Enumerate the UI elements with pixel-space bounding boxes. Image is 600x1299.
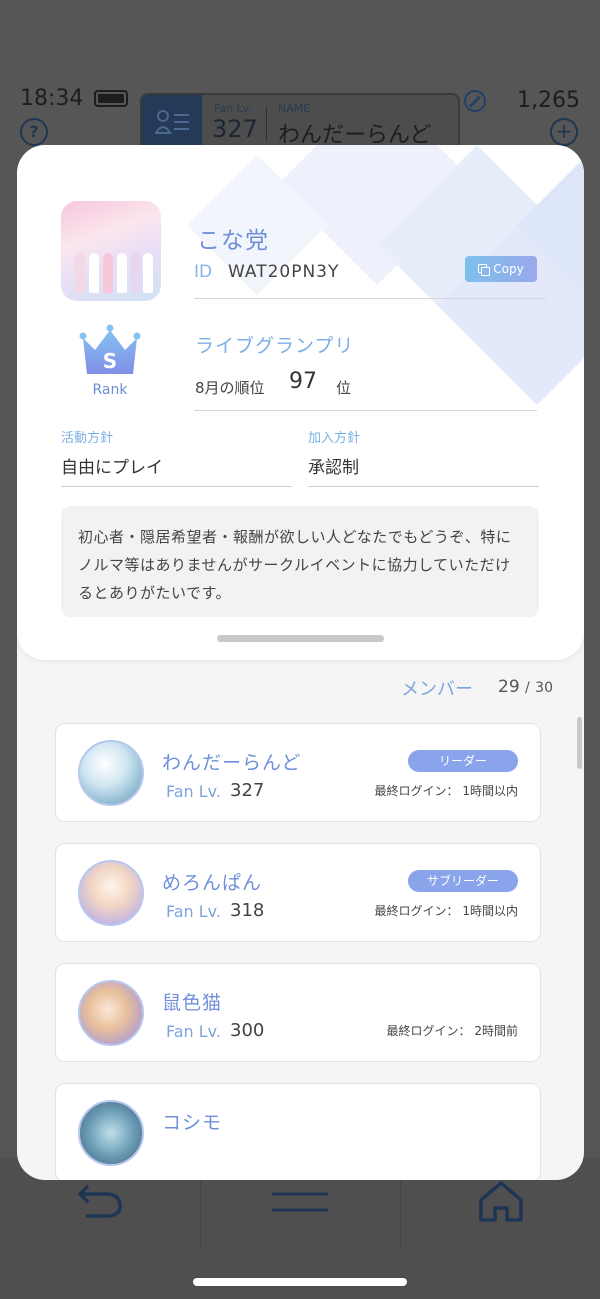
member-fan-lv: 327 [230,780,265,801]
add-coins-button[interactable]: + [550,118,578,146]
circle-info-card: こな党 ID WAT20PN3Y Copy S Rank ライブグランプリ 8月… [17,145,584,660]
battery-icon [94,90,128,107]
fan-lv-label: Fan Lv. [214,102,252,115]
member-fan-lv: 318 [230,900,265,921]
grand-prix-unit: 位 [336,379,352,397]
divider [200,1178,201,1248]
last-login: 最終ログイン： 2時間前 [386,1024,518,1038]
rank-label: Rank [92,382,128,398]
profile-icon [142,95,202,149]
last-login: 最終ログイン： 1時間以内 [374,904,518,918]
fan-lv-label: Fan Lv. [166,782,221,801]
member-row[interactable]: 鼠色猫 Fan Lv. 300 最終ログイン： 2時間前 [55,963,541,1062]
copy-label: Copy [493,262,524,276]
member-count-current: 29 [498,677,520,697]
join-policy-label: 加入方針 [308,431,361,446]
divider [308,486,539,487]
background-header: 18:34 ? Fan Lv. 327 NAME わんだーらんど 1,265 + [0,0,600,151]
member-count-sep: / [525,680,530,696]
avatar [78,980,144,1046]
divider [194,298,546,299]
circle-name: こな党 [197,228,269,254]
member-count: 29 / 30 [498,677,553,697]
member-name: めろんぱん [162,872,263,894]
circle-id: WAT20PN3Y [228,262,340,282]
members-label: メンバー [401,679,473,700]
back-icon[interactable] [76,1180,126,1224]
coin-count: 1,265 [517,88,580,113]
home-indicator [193,1278,407,1286]
crown-icon: S [79,324,141,374]
copy-button[interactable]: Copy [465,256,537,282]
circle-detail-modal: こな党 ID WAT20PN3Y Copy S Rank ライブグランプリ 8月… [17,145,584,1180]
divider [61,486,292,487]
divider [400,1178,401,1248]
menu-icon[interactable] [270,1188,330,1222]
coin-icon [464,90,486,112]
scrollbar[interactable] [577,717,582,769]
member-name: コシモ [162,1112,223,1134]
grand-prix-month: 8月の順位 [195,379,265,397]
rank-letter: S [103,349,117,373]
profile-card[interactable]: Fan Lv. 327 NAME わんだーらんど [140,93,460,151]
member-name: 鼠色猫 [162,992,223,1014]
member-list: わんだーらんど Fan Lv. 327 リーダー 最終ログイン： 1時間以内 め… [55,723,541,1180]
fan-lv-label: Fan Lv. [166,902,221,921]
home-icon[interactable] [477,1180,525,1226]
member-count-max: 30 [535,680,553,696]
avatar [78,740,144,806]
member-row[interactable]: めろんぱん Fan Lv. 318 サブリーダー 最終ログイン： 1時間以内 [55,843,541,942]
role-badge: サブリーダー [408,870,518,892]
rank-badge: S Rank [77,320,143,400]
status-time: 18:34 [20,86,84,111]
member-row[interactable]: コシモ [55,1083,541,1180]
last-login: 最終ログイン： 1時間以内 [374,784,518,798]
help-button[interactable]: ? [20,118,48,146]
circle-description: 初心者・隠居希望者・報酬が欲しい人どなたでもどうぞ、特にノルマ等はありませんがサ… [61,506,539,617]
avatar [78,860,144,926]
grand-prix-title: ライブグランプリ [195,335,355,357]
id-label: ID [194,262,213,282]
member-name: わんだーらんど [162,752,302,774]
role-badge: リーダー [408,750,518,772]
name-label: NAME [278,102,311,115]
divider [194,410,537,411]
grand-prix-rank: 97 [289,369,317,394]
fan-lv-label: Fan Lv. [166,1022,221,1041]
member-fan-lv: 300 [230,1020,265,1041]
circle-image [61,201,161,301]
activity-policy-label: 活動方針 [61,431,114,446]
join-policy-value: 承認制 [308,458,359,478]
copy-icon [478,263,491,276]
avatar [78,1100,144,1166]
divider [266,107,267,141]
fan-lv-value: 327 [212,115,258,143]
activity-policy-value: 自由にプレイ [61,458,163,478]
drag-handle[interactable] [217,635,384,642]
member-row[interactable]: わんだーらんど Fan Lv. 327 リーダー 最終ログイン： 1時間以内 [55,723,541,822]
